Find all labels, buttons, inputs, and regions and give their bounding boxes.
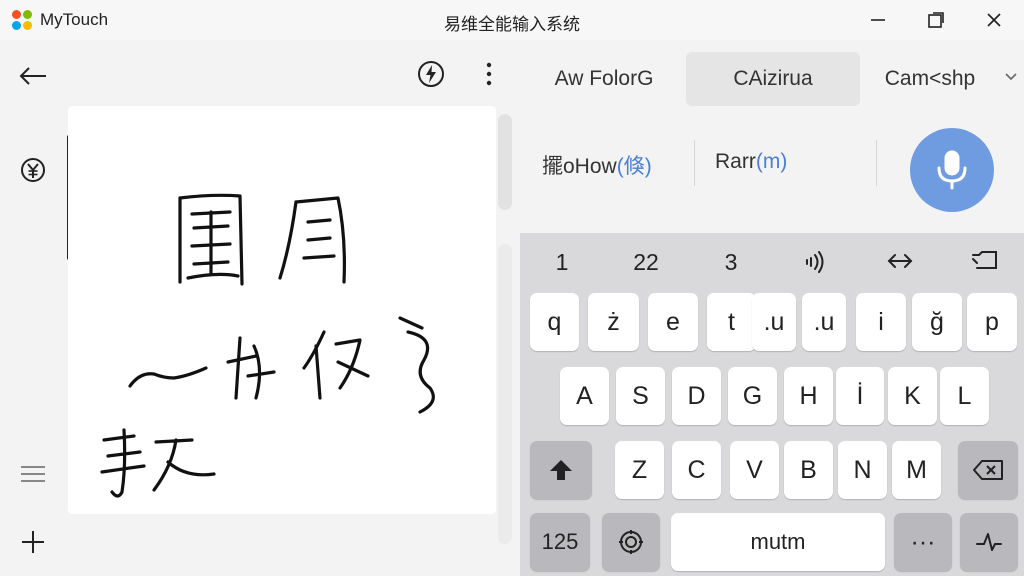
menu-button[interactable]	[13, 454, 53, 494]
add-button[interactable]	[13, 522, 53, 562]
candidate-1[interactable]: 擺oHow(倏)	[542, 150, 652, 180]
key-d[interactable]: D	[672, 367, 721, 425]
title-bar: MyTouch 易维全能输入系统	[0, 0, 1024, 40]
key-t[interactable]: t	[707, 293, 756, 351]
left-right-arrow-icon	[887, 254, 913, 268]
key-i-dot[interactable]: İ	[836, 367, 884, 425]
sound-button[interactable]	[790, 249, 838, 281]
key-u-2[interactable]: .u	[802, 293, 846, 351]
handwriting-strokes	[100, 193, 435, 498]
minimize-icon	[871, 19, 885, 21]
candidate-divider	[694, 140, 695, 186]
backspace-key[interactable]	[958, 441, 1018, 499]
layout-tabs: Aw FolorG CAizirua Cam<shp	[522, 52, 1024, 106]
voice-input-button[interactable]	[910, 128, 994, 212]
tab-aw-folorg[interactable]: Aw FolorG	[522, 52, 686, 106]
key-g-breve[interactable]: ğ	[912, 293, 962, 351]
numbers-key[interactable]: 125	[530, 513, 590, 571]
emoji-icon	[619, 530, 643, 554]
flash-icon	[418, 61, 444, 87]
candidate-2[interactable]: Rarr(m)	[715, 150, 787, 174]
backspace-icon	[973, 460, 1003, 480]
num-key-22[interactable]: 22	[622, 249, 670, 276]
more-button[interactable]	[471, 56, 507, 92]
handwriting-canvas[interactable]	[68, 106, 496, 514]
candidate-bar: 擺oHow(倏) Rarr(m)	[522, 118, 1024, 212]
back-arrow-icon	[19, 67, 46, 85]
key-h[interactable]: H	[784, 367, 833, 425]
flash-button[interactable]	[413, 56, 449, 92]
sound-wave-icon	[806, 251, 824, 273]
key-q[interactable]: q	[530, 293, 579, 351]
candidate-1-main: 擺oHow	[542, 155, 617, 178]
maximize-button[interactable]	[908, 0, 964, 40]
key-l[interactable]: L	[940, 367, 989, 425]
close-icon	[987, 13, 1001, 27]
screen-button[interactable]	[960, 249, 1008, 279]
scroll-thumb[interactable]	[498, 114, 512, 210]
plus-icon	[22, 531, 44, 553]
currency-button[interactable]	[13, 150, 53, 190]
more-symbols-key[interactable]: ···	[894, 513, 952, 571]
currency-icon	[21, 158, 45, 182]
tab-caizirua[interactable]: CAizirua	[686, 52, 860, 106]
num-key-1[interactable]: 1	[538, 249, 586, 276]
key-m[interactable]: M	[892, 441, 941, 499]
back-button[interactable]	[13, 56, 53, 96]
key-b[interactable]: B	[784, 441, 833, 499]
key-z[interactable]: Z	[615, 441, 664, 499]
minimize-button[interactable]	[850, 0, 906, 40]
key-i[interactable]: i	[856, 293, 906, 351]
virtual-keyboard: 1 22 3 q ż e t .u .u i ğ p A S D G H İ K…	[520, 233, 1024, 576]
chevron-down-icon	[1005, 73, 1017, 81]
wave-enter-icon	[976, 533, 1002, 551]
key-z-dot[interactable]: ż	[588, 293, 639, 351]
candidate-2-sub: (m)	[755, 150, 788, 173]
key-v[interactable]: V	[730, 441, 779, 499]
key-p[interactable]: p	[967, 293, 1017, 351]
tab-cam-shp[interactable]: Cam<shp	[860, 52, 1000, 106]
num-key-3[interactable]: 3	[707, 249, 755, 276]
scroll-track-body	[498, 244, 512, 544]
app-logo-icon	[12, 10, 32, 30]
shift-arrow-icon	[550, 460, 572, 480]
left-rail	[0, 40, 66, 576]
key-c[interactable]: C	[672, 441, 721, 499]
close-button[interactable]	[966, 0, 1022, 40]
cursor-move-button[interactable]	[876, 249, 924, 279]
hamburger-icon	[21, 466, 45, 482]
enter-key[interactable]	[960, 513, 1018, 571]
app-window: MyTouch 易维全能输入系统 Aw FolorG CAizirua Cam<…	[0, 0, 1024, 576]
shift-key[interactable]	[530, 441, 592, 499]
space-key[interactable]: mutm	[671, 513, 885, 571]
emoji-key[interactable]	[602, 513, 660, 571]
key-e[interactable]: e	[648, 293, 698, 351]
more-vertical-icon	[486, 62, 492, 86]
microphone-icon	[937, 150, 967, 190]
candidate-1-sub: (倏)	[616, 155, 652, 178]
key-n[interactable]: N	[838, 441, 887, 499]
key-k[interactable]: K	[888, 367, 937, 425]
key-s[interactable]: S	[616, 367, 665, 425]
candidate-divider	[876, 140, 877, 186]
app-name: MyTouch	[40, 10, 109, 29]
key-g[interactable]: G	[728, 367, 777, 425]
screen-icon	[972, 251, 997, 269]
key-a[interactable]: A	[560, 367, 609, 425]
key-u-1[interactable]: .u	[752, 293, 796, 351]
scrollbar[interactable]	[498, 112, 514, 544]
maximize-icon	[928, 12, 944, 28]
candidate-2-main: Rarr	[715, 150, 756, 173]
